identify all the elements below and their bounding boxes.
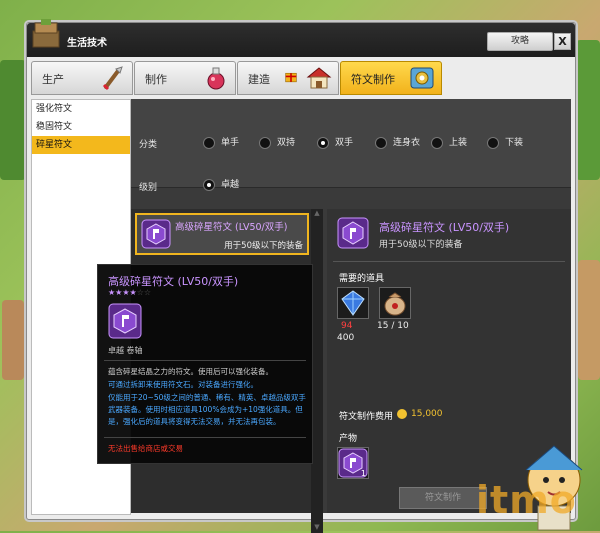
radio-label: 双持 xyxy=(277,138,296,148)
radio-label: 连身衣 xyxy=(393,138,421,148)
tooltip-trade-warning: 无法出售给商店或交易 xyxy=(108,444,183,453)
category-radio-one-hand[interactable]: 单手 xyxy=(203,135,239,149)
radio-dot xyxy=(431,136,443,149)
map-tree-right xyxy=(576,40,600,180)
radio-label: 卓越 xyxy=(221,180,240,190)
divider xyxy=(104,437,306,438)
material-have-count: 94 xyxy=(341,321,353,331)
radio-dot xyxy=(375,136,387,149)
map-building-left xyxy=(2,300,24,380)
radio-dot-selected xyxy=(203,178,215,191)
category-label: 分类 xyxy=(139,140,158,150)
tab-label: 制作 xyxy=(145,73,167,86)
category-radio-top[interactable]: 上装 xyxy=(431,135,467,149)
map-building-right xyxy=(578,260,600,380)
window-titlebar[interactable]: 生活技术 攻略 X xyxy=(27,19,575,57)
recipe-list-item[interactable]: 高级碎星符文 (LV50/双手) 用于50级以下的装备 xyxy=(135,213,309,255)
output-slot[interactable]: 1 xyxy=(337,447,369,479)
rune-scroll-icon xyxy=(337,217,369,249)
material-need-count: 400 xyxy=(337,333,355,343)
rune-scroll-icon xyxy=(141,219,171,249)
output-count: 1 xyxy=(360,469,366,478)
divider xyxy=(104,360,306,361)
filter-area: 分类 单手 双持 双手 连身衣 上装 下装 级别 xyxy=(131,99,571,193)
tooltip-star-rating: ★★★★☆☆ xyxy=(108,288,151,297)
detail-rune-name: 高级碎星符文 (LV50/双手) xyxy=(379,221,510,234)
material-have-count: 15 / 10 xyxy=(377,321,409,331)
guide-button[interactable]: 攻略 xyxy=(487,32,553,51)
tooltip-stars-filled: ★★★★ xyxy=(108,288,137,297)
close-button[interactable]: X xyxy=(554,33,571,50)
tooltip-desc-3: 仅能用于20~50级之间的普通、稀有、精英、卓越品级双手武器装备。使用时相应道具… xyxy=(108,393,306,426)
rune-scroll-icon xyxy=(108,303,142,339)
level-radio-excellent[interactable]: 卓越 xyxy=(203,177,239,191)
sidebar-item-stable-rune[interactable]: 稳固符文 xyxy=(32,118,130,136)
rune-icon xyxy=(410,67,434,89)
scroll-up-arrow-icon[interactable]: ▲ xyxy=(311,209,323,219)
radio-label: 上装 xyxy=(449,138,468,148)
watermark-logo: itmo xyxy=(476,478,577,522)
radio-dot-selected xyxy=(317,136,329,149)
material-slot[interactable] xyxy=(337,287,369,319)
category-radio-bottom[interactable]: 下装 xyxy=(487,135,523,149)
window-title: 生活技术 xyxy=(67,38,107,49)
tooltip-item-type: 卓越 卷轴 xyxy=(108,346,143,355)
radio-label: 单手 xyxy=(221,138,240,148)
category-radio-dual[interactable]: 双持 xyxy=(259,135,295,149)
tab-label: 生产 xyxy=(42,73,64,86)
radio-label: 双手 xyxy=(335,138,354,148)
tab-label: 符文制作 xyxy=(351,73,395,86)
category-radio-two-hand[interactable]: 双手 xyxy=(317,135,353,149)
recipe-desc: 用于50级以下的装备 xyxy=(224,241,303,251)
material-have-value: 15 xyxy=(377,321,389,331)
material-slot[interactable] xyxy=(379,287,411,319)
sidebar-item-starshatter-rune[interactable]: 碎星符文 xyxy=(32,136,130,154)
radio-dot xyxy=(259,136,271,149)
tooltip-item-name: 高级碎星符文 (LV50/双手) xyxy=(108,275,239,288)
material-need-value: 10 xyxy=(397,321,409,331)
crystal-icon xyxy=(341,290,365,316)
tab-crafting[interactable]: 制作 xyxy=(134,61,236,95)
cost-label: 符文制作费用 xyxy=(339,412,394,422)
tab-rune-crafting[interactable]: 符文制作 xyxy=(340,61,442,95)
radio-dot xyxy=(487,136,499,149)
brush-icon xyxy=(102,66,123,91)
map-tree-left xyxy=(0,60,26,180)
sidebar-item-enhance-rune[interactable]: 强化符文 xyxy=(32,100,130,118)
tooltip-desc-2: 可通过拆卸来使用符文石。对装备进行强化。 xyxy=(108,380,258,389)
detail-rune-desc: 用于50级以下的装备 xyxy=(379,240,463,250)
materials-title: 需要的道具 xyxy=(339,274,385,284)
tooltip-stars-empty: ☆☆ xyxy=(136,288,152,297)
bag-icon xyxy=(384,292,406,316)
category-radio-overall[interactable]: 连身衣 xyxy=(375,135,420,149)
item-tooltip: 高级碎星符文 (LV50/双手) ★★★★☆☆ 卓越 卷轴 蕴含碎星结晶之力的符… xyxy=(97,264,313,464)
divider xyxy=(333,261,565,262)
cost-value: 15,000 xyxy=(411,409,443,419)
level-label: 级别 xyxy=(139,183,158,193)
house-icon xyxy=(285,72,297,83)
workbench-icon xyxy=(32,19,60,48)
scroll-down-arrow-icon[interactable]: ▼ xyxy=(311,523,323,533)
potion-icon xyxy=(207,67,225,90)
tab-label: 建造 xyxy=(248,73,270,86)
radio-dot xyxy=(203,136,215,149)
tab-building[interactable]: 建造 xyxy=(237,61,339,95)
shop-icon xyxy=(306,67,332,89)
craft-button[interactable]: 符文制作 xyxy=(399,487,487,509)
recipe-name: 高级碎星符文 (LV50/双手) xyxy=(175,222,288,233)
tab-bar: 生产 制作 建造 符文制作 xyxy=(31,61,571,97)
output-title: 产物 xyxy=(339,434,358,444)
tooltip-desc-1: 蕴含碎星结晶之力的符文。使用后可以强化装备。 xyxy=(108,367,273,376)
radio-label: 下装 xyxy=(505,138,524,148)
tab-production[interactable]: 生产 xyxy=(31,61,133,95)
meso-coin-icon xyxy=(397,409,407,419)
